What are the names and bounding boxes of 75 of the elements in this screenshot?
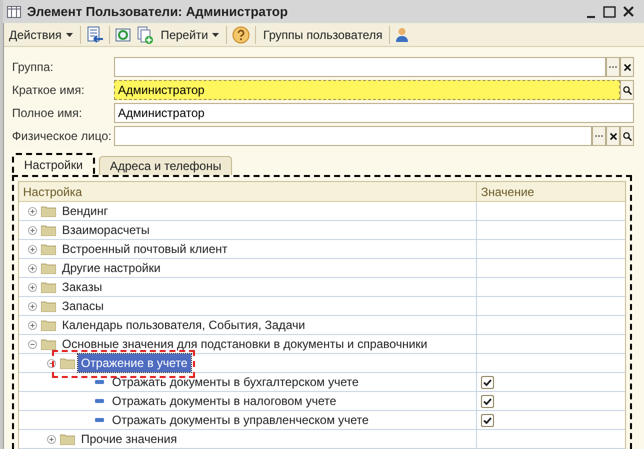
check-icon	[483, 398, 492, 404]
caret-icon	[212, 32, 220, 36]
input-field[interactable]	[114, 57, 606, 77]
tree-item[interactable]: Вендинг	[59, 202, 112, 220]
check-icon	[483, 416, 492, 424]
expand-icon[interactable]	[28, 226, 37, 234]
tree-item[interactable]: Основные значения для подстановки в документы и справочники	[59, 335, 430, 353]
field-label: Физическое лицо:	[12, 128, 112, 145]
folder-icon	[41, 206, 56, 216]
folder-icon	[41, 244, 56, 254]
copy-icon[interactable]	[136, 26, 154, 44]
input-field[interactable]: Администратор	[114, 103, 634, 123]
expand-icon[interactable]	[47, 434, 56, 444]
expand-icon[interactable]	[28, 244, 37, 254]
column-header: Значение	[480, 184, 536, 200]
clear-button[interactable]	[620, 57, 634, 77]
clear-button[interactable]	[606, 126, 620, 146]
tree-item[interactable]: Встроенный почтовый клиент	[59, 240, 231, 258]
caret-icon	[66, 32, 73, 36]
user-icon[interactable]	[395, 26, 410, 42]
checkbox[interactable]	[481, 376, 494, 388]
folder-icon	[60, 434, 75, 444]
tree-item[interactable]: Заказы	[59, 278, 106, 296]
setting-icon	[95, 380, 104, 384]
setting-icon	[95, 418, 104, 422]
search-icon	[622, 86, 632, 94]
tree-item[interactable]: Другие настройки	[59, 259, 164, 277]
expand-icon[interactable]	[28, 320, 37, 330]
menu-button[interactable]: Перейти	[158, 26, 222, 44]
tab[interactable]: Настройки	[12, 153, 95, 175]
refresh-icon[interactable]	[114, 26, 131, 42]
close-icon	[624, 64, 630, 70]
expand-icon[interactable]	[28, 264, 37, 272]
tree-item[interactable]: Отражение в учете	[78, 354, 190, 372]
folder-icon	[60, 358, 75, 368]
folder-icon	[41, 224, 56, 236]
search-icon	[622, 132, 632, 140]
close-icon[interactable]	[623, 6, 634, 17]
window-title: Элемент Пользователи: Администратор	[27, 2, 288, 21]
tree-item[interactable]: Отражать документы в бухгалтерском учете	[109, 373, 362, 391]
field-label: Полное имя:	[12, 105, 84, 122]
folder-icon	[41, 262, 56, 274]
checkbox[interactable]	[481, 394, 494, 408]
check-icon	[483, 378, 492, 386]
tree-item[interactable]: Отражать документы в управленческом учете	[109, 411, 372, 429]
close-icon	[610, 132, 616, 140]
field-label: Краткое имя:	[12, 82, 86, 99]
folder-icon	[41, 300, 56, 312]
tab[interactable]: Адреса и телефоны	[98, 156, 232, 175]
folder-icon	[41, 320, 56, 330]
tree-item[interactable]: Отражать документы в налоговом учете	[109, 392, 340, 410]
expand-icon[interactable]	[28, 302, 37, 310]
toolbar-button[interactable]: Группы пользователя	[261, 26, 384, 44]
input-field[interactable]: Администратор	[114, 80, 620, 100]
tree-item[interactable]: Запасы	[59, 297, 107, 315]
search-button[interactable]	[620, 126, 634, 146]
expand-icon[interactable]	[28, 282, 37, 292]
checkbox[interactable]	[481, 414, 494, 426]
tree-item[interactable]: Взаиморасчеты	[59, 221, 153, 239]
collapse-icon[interactable]	[28, 340, 37, 348]
maximize-icon[interactable]	[603, 6, 616, 18]
menu-button[interactable]: Действия	[7, 26, 75, 44]
column-header: Настройка	[19, 182, 477, 201]
input-field[interactable]	[114, 126, 592, 146]
expand-icon[interactable]	[28, 206, 37, 216]
table-icon	[7, 6, 21, 18]
tree-item[interactable]: Прочие значения	[78, 430, 180, 448]
document-arrow-icon[interactable]	[86, 26, 104, 44]
folder-icon	[41, 338, 56, 350]
help-icon[interactable]	[232, 26, 250, 44]
setting-icon	[95, 399, 104, 403]
field-label: Группа:	[12, 59, 54, 76]
tree-item[interactable]: Календарь пользователя, События, Задачи	[59, 316, 308, 334]
folder-icon	[41, 282, 56, 292]
search-button[interactable]	[620, 80, 634, 100]
